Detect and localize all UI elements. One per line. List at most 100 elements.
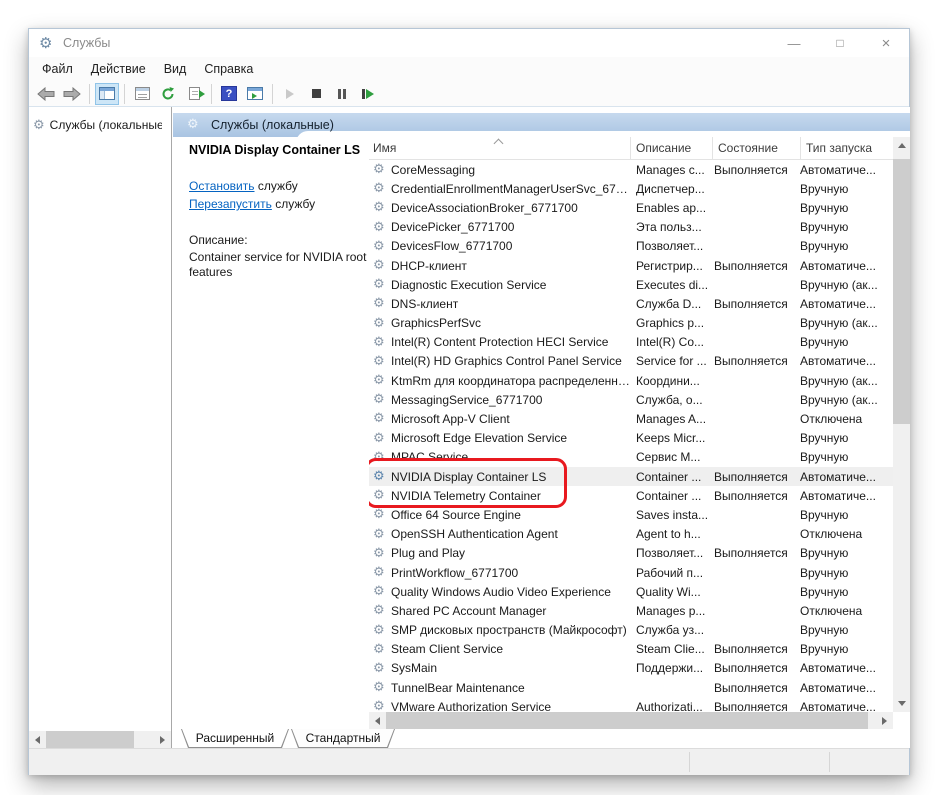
table-row[interactable]: ⚙ Microsoft App-V Client Manages A... От… xyxy=(369,409,893,428)
table-row[interactable]: ⚙ Intel(R) Content Protection HECI Servi… xyxy=(369,333,893,352)
tree-horizontal-scrollbar[interactable] xyxy=(29,731,171,748)
stop-service-line: Остановить службу xyxy=(189,177,315,195)
start-icon xyxy=(286,89,294,99)
tab-extended[interactable]: Расширенный xyxy=(181,729,289,748)
scroll-left-arrow[interactable] xyxy=(29,731,46,748)
cell-startup-type: Вручную xyxy=(795,642,883,656)
scroll-thumb[interactable] xyxy=(893,159,910,424)
close-button[interactable]: × xyxy=(863,29,909,57)
scroll-thumb[interactable] xyxy=(46,731,134,748)
pause-service-button[interactable] xyxy=(330,83,354,105)
table-row[interactable]: ⚙ SMP дисковых пространств (Майкрософт) … xyxy=(369,621,893,640)
restart-service-link[interactable]: Перезапустить xyxy=(189,197,272,211)
table-row[interactable]: ⚙ Steam Client Service Steam Clie... Вып… xyxy=(369,640,893,659)
table-row[interactable]: ⚙ DeviceAssociationBroker_6771700 Enable… xyxy=(369,198,893,217)
column-header-status[interactable]: Состояние xyxy=(713,137,801,160)
table-row[interactable]: ⚙ MessagingService_6771700 Служба, о... … xyxy=(369,390,893,409)
start-service-button[interactable] xyxy=(278,83,302,105)
back-button[interactable] xyxy=(34,83,58,105)
cell-startup-type: Отключена xyxy=(795,527,883,541)
service-gear-icon: ⚙ xyxy=(373,392,385,407)
properties-button[interactable] xyxy=(130,83,154,105)
table-row[interactable]: ⚙ DevicesFlow_6771700 Позволяет... Вручн… xyxy=(369,237,893,256)
cell-startup-type: Автоматиче... xyxy=(795,661,883,675)
show-action-pane-button[interactable] xyxy=(243,83,267,105)
export-list-icon xyxy=(189,87,200,100)
stop-service-button[interactable] xyxy=(304,83,328,105)
service-gear-icon: ⚙ xyxy=(373,296,385,311)
table-row[interactable]: ⚙ KtmRm для координатора распределенных … xyxy=(369,371,893,390)
column-header-startup-type[interactable]: Тип запуска xyxy=(801,137,893,160)
table-row[interactable]: ⚙ CoreMessaging Manages c... Выполняется… xyxy=(369,160,893,179)
scroll-thumb[interactable] xyxy=(386,712,868,729)
export-list-button[interactable] xyxy=(182,83,206,105)
service-gear-icon: ⚙ xyxy=(373,450,385,465)
service-gear-icon: ⚙ xyxy=(373,277,385,292)
table-row[interactable]: ⚙ TunnelBear Maintenance Выполняется Авт… xyxy=(369,678,893,697)
show-console-tree-button[interactable] xyxy=(95,83,119,105)
status-separator xyxy=(829,752,830,772)
table-row[interactable]: ⚙ NVIDIA Display Container LS Container … xyxy=(369,467,893,486)
restart-service-button[interactable] xyxy=(356,83,380,105)
table-row[interactable]: ⚙ SysMain Поддержи... Выполняется Автома… xyxy=(369,659,893,678)
scroll-down-arrow[interactable] xyxy=(893,695,910,712)
help-button[interactable]: ? xyxy=(217,83,241,105)
minimize-button[interactable]: — xyxy=(771,29,817,57)
table-row[interactable]: ⚙ Intel(R) HD Graphics Control Panel Ser… xyxy=(369,352,893,371)
table-row[interactable]: ⚙ OpenSSH Authentication Agent Agent to … xyxy=(369,525,893,544)
scroll-left-arrow[interactable] xyxy=(369,712,386,729)
tab-extended-label: Расширенный xyxy=(182,729,288,747)
cell-description: Enables ap... xyxy=(631,201,709,215)
forward-button[interactable] xyxy=(60,83,84,105)
table-row[interactable]: ⚙ VMware Authorization Service Authoriza… xyxy=(369,697,893,712)
table-row[interactable]: ⚙ Shared PC Account Manager Manages p...… xyxy=(369,601,893,620)
cell-description: Saves insta... xyxy=(631,508,709,522)
table-row[interactable]: ⚙ DHCP-клиент Регистрир... Выполняется А… xyxy=(369,256,893,275)
maximize-button[interactable]: □ xyxy=(817,29,863,57)
scroll-right-arrow[interactable] xyxy=(876,712,893,729)
cell-status: Выполняется xyxy=(709,259,795,273)
service-gear-icon: ⚙ xyxy=(373,527,385,542)
table-row[interactable]: ⚙ Diagnostic Execution Service Executes … xyxy=(369,275,893,294)
cell-status: Выполняется xyxy=(709,700,795,712)
scroll-right-arrow[interactable] xyxy=(154,731,171,748)
vertical-scrollbar[interactable] xyxy=(893,137,910,712)
cell-description: Поддержи... xyxy=(631,661,709,675)
cell-status: Выполняется xyxy=(709,681,795,695)
table-row[interactable]: ⚙ Microsoft Edge Elevation Service Keeps… xyxy=(369,429,893,448)
table-row[interactable]: ⚙ NVIDIA Telemetry Container Container .… xyxy=(369,486,893,505)
refresh-button[interactable] xyxy=(156,83,180,105)
cell-name: MPAC Service xyxy=(391,450,631,464)
table-row[interactable]: ⚙ DevicePicker_6771700 Эта польз... Вруч… xyxy=(369,218,893,237)
cell-name: OpenSSH Authentication Agent xyxy=(391,527,631,541)
description-text: Container service for NVIDIA root featur… xyxy=(189,250,367,280)
table-row[interactable]: ⚙ MPAC Service Сервис M... Вручную xyxy=(369,448,893,467)
scroll-up-arrow[interactable] xyxy=(893,137,910,154)
table-row[interactable]: ⚙ Office 64 Source Engine Saves insta...… xyxy=(369,505,893,524)
pane-header-gear-icon: ⚙ xyxy=(187,117,199,132)
tree-item-services-local[interactable]: ⚙ Службы (локальные) xyxy=(33,115,165,135)
toolbar-separator xyxy=(89,84,90,104)
cell-description: Диспетчер... xyxy=(631,182,709,196)
menu-item-2[interactable]: Действие xyxy=(82,59,155,79)
column-header-description[interactable]: Описание xyxy=(631,137,713,160)
table-row[interactable]: ⚙ DNS-клиент Служба D... Выполняется Авт… xyxy=(369,294,893,313)
title-bar: ⚙ Службы — □ × xyxy=(29,29,909,57)
table-row[interactable]: ⚙ GraphicsPerfSvc Graphics p... Вручную … xyxy=(369,314,893,333)
service-gear-icon: ⚙ xyxy=(373,507,385,522)
table-row[interactable]: ⚙ Quality Windows Audio Video Experience… xyxy=(369,582,893,601)
horizontal-scrollbar[interactable] xyxy=(369,712,893,729)
cell-description: Служба уз... xyxy=(631,623,709,637)
stop-service-link[interactable]: Остановить xyxy=(189,179,255,193)
cell-description: Позволяет... xyxy=(631,239,709,253)
table-row[interactable]: ⚙ CredentialEnrollmentManagerUserSvc_677… xyxy=(369,179,893,198)
window-title: Службы xyxy=(63,36,110,50)
cell-name: Diagnostic Execution Service xyxy=(391,278,631,292)
menu-item-3[interactable]: Вид xyxy=(155,59,196,79)
table-row[interactable]: ⚙ Plug and Play Позволяет... Выполняется… xyxy=(369,544,893,563)
menu-item-4[interactable]: Справка xyxy=(195,59,262,79)
table-row[interactable]: ⚙ PrintWorkflow_6771700 Рабочий п... Вру… xyxy=(369,563,893,582)
service-gear-icon: ⚙ xyxy=(373,411,385,426)
tab-standard[interactable]: Стандартный xyxy=(291,729,395,748)
menu-item-1[interactable]: Файл xyxy=(33,59,82,79)
